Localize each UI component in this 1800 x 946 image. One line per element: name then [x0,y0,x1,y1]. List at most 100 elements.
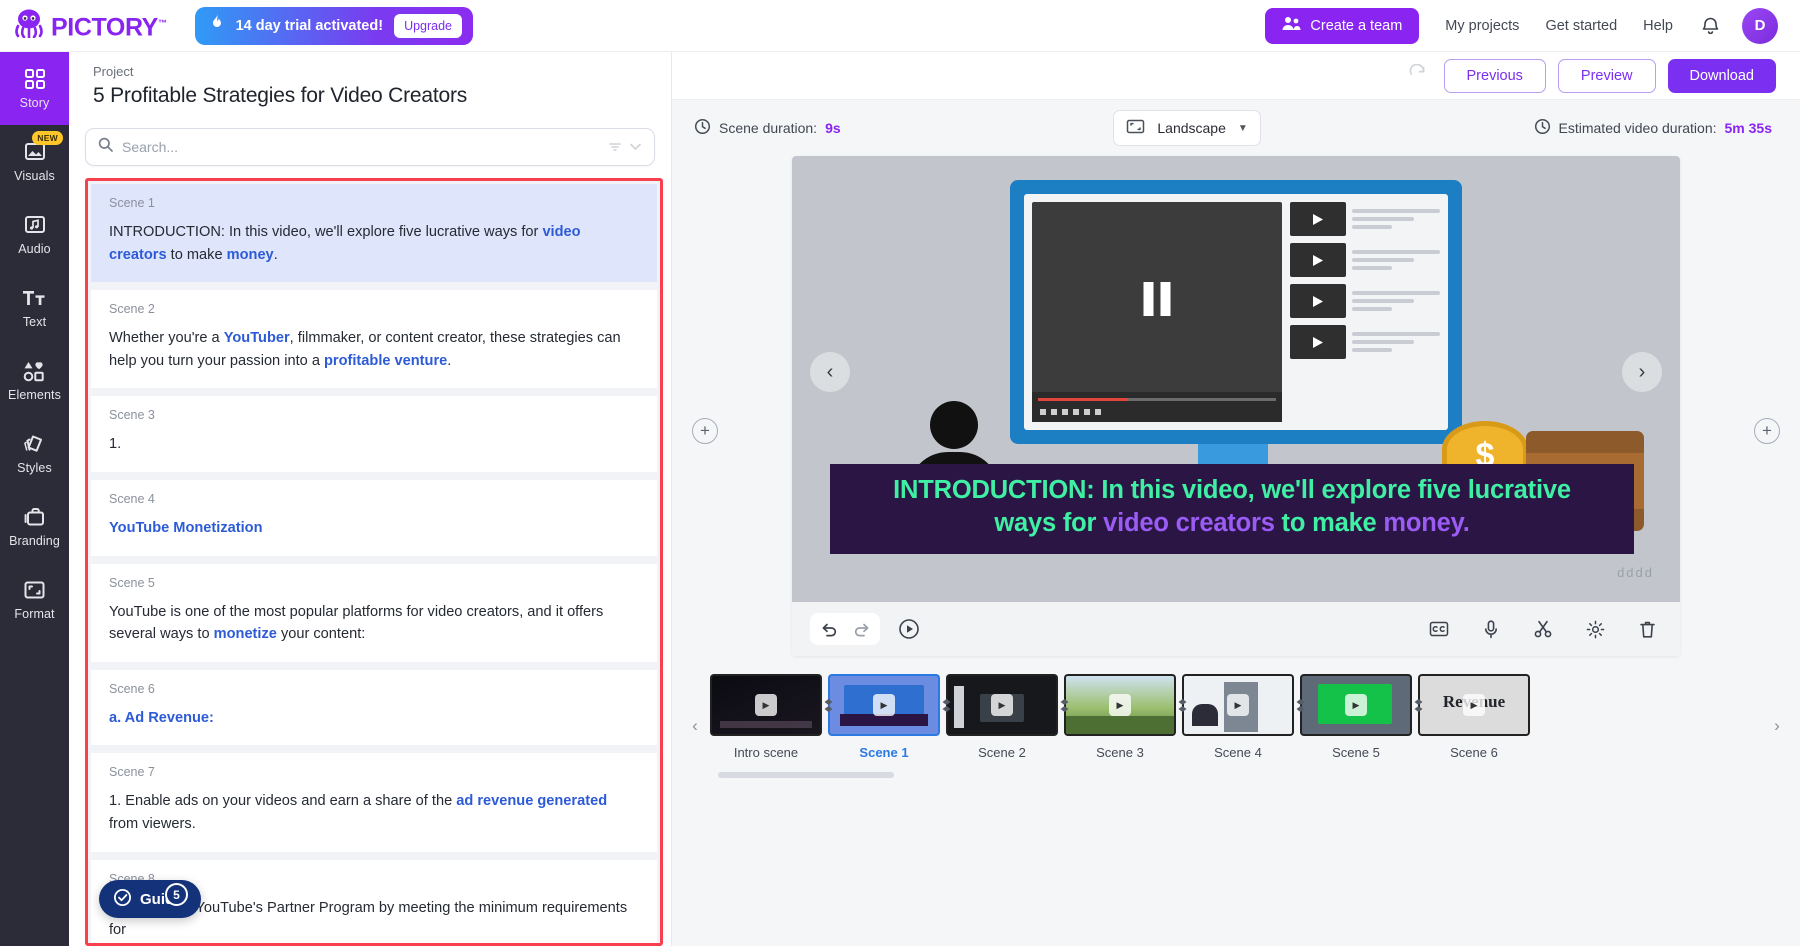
scene-list[interactable]: Scene 1INTRODUCTION: In this video, we'l… [88,181,660,943]
nav-help[interactable]: Help [1643,18,1673,34]
settings-gear-icon[interactable] [1580,614,1610,644]
play-icon[interactable]: ▶ [1109,694,1131,716]
transition-icon[interactable] [1055,696,1073,714]
nav-get-started[interactable]: Get started [1545,18,1617,34]
timeline-item[interactable]: ▶Scene 1 [828,674,946,760]
play-icon[interactable]: ▶ [1227,694,1249,716]
rail-label-visuals: Visuals [14,169,55,183]
timeline-next-arrow[interactable]: › [1766,696,1788,756]
notifications-bell-icon[interactable] [1701,16,1720,36]
play-icon[interactable] [894,614,924,644]
scene-card[interactable]: Scene 2Whether you're a YouTuber, filmma… [91,290,657,388]
landscape-frame-icon [1126,119,1145,137]
timeline-item[interactable]: ▶Scene 2 [946,674,1064,760]
download-button[interactable]: Download [1668,59,1777,93]
preview-toolbar: Scene duration: 9s Landscape ▼ [672,100,1800,156]
video-canvas[interactable]: ‹ › 1574699864 dddd INTRODUCTION: In thi… [792,156,1680,602]
timeline-thumbnail[interactable]: ▶ [710,674,822,736]
search-row [69,122,671,178]
rail-item-text[interactable]: Text [0,271,69,344]
play-icon[interactable]: ▶ [755,694,777,716]
top-navigation-bar: PICTORY™ 14 day trial activated! Upgrade… [0,0,1800,52]
user-avatar[interactable]: D [1742,8,1778,44]
scissors-icon[interactable] [1528,614,1558,644]
scene-duration: Scene duration: 9s [694,118,841,138]
previous-button[interactable]: Previous [1444,59,1546,93]
caption-overlay[interactable]: INTRODUCTION: In this video, we'll explo… [830,464,1634,554]
timeline-prev-arrow[interactable]: ‹ [684,696,706,756]
undo-redo-group [810,613,880,645]
add-scene-right-button[interactable]: + [1754,418,1780,444]
scene-timeline: ‹ ▶Intro scene▶Scene 1▶Scene 2▶Scene 3▶S… [672,674,1800,760]
next-scene-arrow[interactable]: › [1622,352,1662,392]
scene-card[interactable]: Scene 31. [91,396,657,472]
timeline-thumbnail[interactable]: Revenue▶ [1418,674,1530,736]
search-icon [98,137,113,157]
timeline-item[interactable]: ▶Intro scene [710,674,828,760]
scene-text[interactable]: YouTube Monetization [109,517,639,540]
caption-line-1: INTRODUCTION: In this video, we'll explo… [846,474,1618,507]
transition-icon[interactable] [937,696,955,714]
watermark-brand: dddd [1617,565,1654,580]
search-box[interactable] [85,128,655,166]
rail-item-styles[interactable]: Styles [0,417,69,490]
scene-text[interactable]: 1. [109,433,639,456]
redo-icon[interactable] [846,614,876,644]
play-icon[interactable]: ▶ [873,694,895,716]
rail-item-elements[interactable]: Elements [0,344,69,417]
timeline-thumbnail[interactable]: ▶ [1300,674,1412,736]
trash-icon[interactable] [1632,614,1662,644]
trial-text: 14 day trial activated! [236,18,384,34]
scene-text[interactable]: 1. Enable ads on your videos and earn a … [109,790,639,835]
search-tools[interactable] [608,140,642,154]
preview-button[interactable]: Preview [1558,59,1656,93]
upgrade-button[interactable]: Upgrade [394,14,462,38]
transition-icon[interactable] [1173,696,1191,714]
rail-item-visuals[interactable]: NEW Visuals [0,125,69,198]
nav-my-projects[interactable]: My projects [1445,18,1519,34]
timeline-thumbnail[interactable]: ▶ [946,674,1058,736]
transition-icon[interactable] [1409,696,1427,714]
timeline-item[interactable]: Revenue▶Scene 6 [1418,674,1536,760]
rail-label-text: Text [23,315,46,329]
new-badge: NEW [32,131,63,145]
scene-text[interactable]: INTRODUCTION: In this video, we'll explo… [109,221,639,266]
play-icon[interactable]: ▶ [1463,694,1485,716]
closed-caption-icon[interactable] [1424,614,1454,644]
timeline-thumbnail[interactable]: ▶ [828,674,940,736]
play-icon[interactable]: ▶ [1345,694,1367,716]
timeline-thumbnail[interactable]: ▶ [1064,674,1176,736]
timeline-item[interactable]: ▶Scene 3 [1064,674,1182,760]
rail-item-audio[interactable]: Audio [0,198,69,271]
previous-scene-arrow[interactable]: ‹ [810,352,850,392]
rail-item-story[interactable]: Story [0,52,69,125]
timeline-scrollbar[interactable] [718,772,894,778]
refresh-icon[interactable] [1408,64,1426,87]
timeline-item[interactable]: ▶Scene 5 [1300,674,1418,760]
aspect-ratio-select[interactable]: Landscape ▼ [1113,110,1260,146]
scene-card[interactable]: Scene 4YouTube Monetization [91,480,657,556]
search-input[interactable] [122,139,599,155]
scene-text[interactable]: Whether you're a YouTuber, filmmaker, or… [109,327,639,372]
timeline-item[interactable]: ▶Scene 4 [1182,674,1300,760]
person-head-illustration [930,401,978,449]
video-player: ‹ › 1574699864 dddd INTRODUCTION: In thi… [792,156,1680,656]
play-icon[interactable]: ▶ [991,694,1013,716]
transition-icon[interactable] [819,696,837,714]
undo-icon[interactable] [814,614,844,644]
scene-card[interactable]: Scene 5YouTube is one of the most popula… [91,564,657,662]
rail-item-format[interactable]: Format [0,563,69,636]
add-scene-left-button[interactable]: + [692,418,718,444]
timeline-thumbnail[interactable]: ▶ [1182,674,1294,736]
microphone-icon[interactable] [1476,614,1506,644]
scene-card[interactable]: Scene 1INTRODUCTION: In this video, we'l… [91,184,657,282]
transition-icon[interactable] [1291,696,1309,714]
pictory-logo[interactable]: PICTORY™ [12,8,167,42]
scene-card[interactable]: Scene 71. Enable ads on your videos and … [91,753,657,851]
rail-item-branding[interactable]: Branding [0,490,69,563]
scene-card[interactable]: Scene 6a. Ad Revenue: [91,670,657,746]
scene-text[interactable]: a. Ad Revenue: [109,707,639,730]
timeline-track[interactable]: ▶Intro scene▶Scene 1▶Scene 2▶Scene 3▶Sce… [710,674,1762,760]
create-a-team-button[interactable]: Create a team [1265,8,1419,44]
scene-text[interactable]: YouTube is one of the most popular platf… [109,601,639,646]
